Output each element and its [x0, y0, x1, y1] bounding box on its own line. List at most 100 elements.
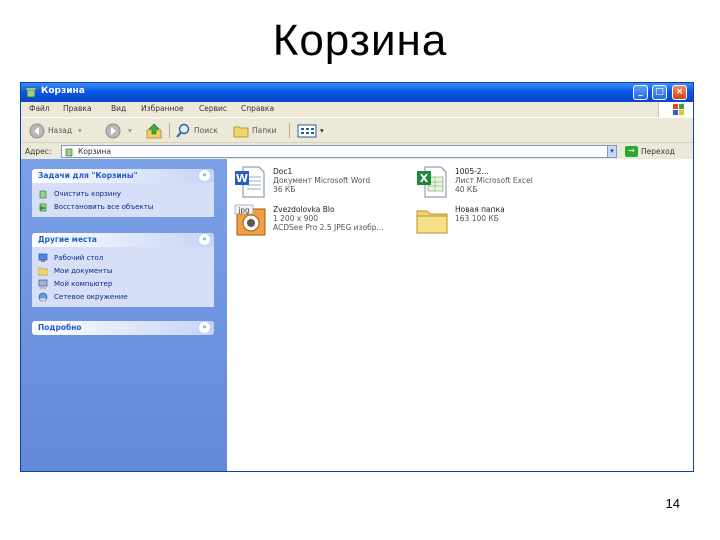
place-label: Сетевое окружение	[54, 292, 128, 301]
chevron-down-icon[interactable]: ▾	[128, 126, 132, 135]
title-bar[interactable]: Корзина _ □ ×	[21, 83, 693, 102]
expand-icon[interactable]: »	[199, 322, 210, 333]
window-title: Корзина	[41, 86, 85, 96]
file-name: Новая папка	[455, 205, 505, 214]
go-arrow-icon: →	[625, 146, 638, 157]
explorer-window: Корзина _ □ × Файл Правка Вид Избранное …	[20, 82, 694, 472]
menu-favorites[interactable]: Избранное	[141, 104, 184, 113]
jpeg-image-icon: jpg	[234, 204, 266, 236]
menu-view[interactable]: Вид	[111, 104, 126, 113]
place-label: Рабочий стол	[54, 253, 104, 262]
file-item[interactable]: Новая папка 163 100 КБ	[415, 203, 595, 237]
menu-tools[interactable]: Сервис	[199, 104, 227, 113]
excel-sheet-icon: X	[417, 166, 447, 198]
network-icon	[38, 292, 48, 301]
file-size: 40 КБ	[455, 185, 478, 194]
address-value: Корзина	[78, 147, 112, 156]
file-name: Zvezdolovka Blo	[273, 205, 335, 214]
back-label: Назад	[48, 126, 73, 135]
svg-text:jpg: jpg	[238, 207, 250, 215]
folders-icon	[233, 126, 249, 137]
collapse-icon[interactable]: «	[199, 170, 210, 181]
details-panel-title: Подробно	[38, 323, 82, 332]
menu-bar: Файл Правка Вид Избранное Сервис Справка	[21, 102, 693, 117]
search-label: Поиск	[194, 126, 218, 135]
go-button[interactable]: → Переход	[625, 145, 675, 158]
back-arrow-icon	[29, 123, 45, 138]
tasks-panel-title: Задачи для "Корзины"	[38, 171, 138, 180]
search-button[interactable]: Поиск	[175, 122, 218, 139]
svg-text:X: X	[420, 172, 429, 185]
details-panel: Подробно »	[32, 321, 214, 335]
toolbar-separator	[169, 123, 170, 138]
restore-icon	[39, 203, 47, 211]
minimize-button[interactable]: _	[633, 85, 648, 100]
place-label: Мой компьютер	[54, 279, 113, 288]
views-button[interactable]: ▾	[297, 122, 324, 139]
my-computer-icon	[38, 279, 48, 289]
tasks-panel-header[interactable]: Задачи для "Корзины" «	[32, 169, 214, 183]
chevron-down-icon[interactable]: ▾	[78, 126, 82, 135]
address-input[interactable]: Корзина	[61, 145, 617, 158]
details-panel-header[interactable]: Подробно »	[32, 321, 214, 335]
back-button[interactable]: Назад ▾	[29, 122, 82, 139]
recycle-bin-icon	[65, 148, 73, 157]
file-name: Doc1	[273, 167, 293, 176]
other-places-panel: Другие места « Рабочий стол Мои документ…	[32, 233, 214, 307]
task-label: Восстановить все объекты	[54, 202, 154, 211]
go-label: Переход	[641, 147, 675, 156]
recycle-bin-icon	[25, 87, 37, 98]
file-size: 36 КБ	[273, 185, 296, 194]
file-type: 163 100 КБ	[455, 214, 499, 223]
svg-text:W: W	[236, 172, 248, 185]
forward-button[interactable]: ▾	[105, 122, 132, 139]
menu-help[interactable]: Справка	[241, 104, 274, 113]
file-item[interactable]: jpg Zvezdolovka Blo 1 200 x 900 ACDSee P…	[233, 203, 413, 237]
address-dropdown-button[interactable]: ▾	[607, 145, 617, 158]
toolbar-separator	[289, 123, 290, 138]
collapse-icon[interactable]: «	[199, 234, 210, 245]
address-label: Адрес:	[25, 147, 52, 156]
file-type: Лист Microsoft Excel	[455, 176, 533, 185]
up-folder-icon[interactable]	[145, 122, 163, 140]
tasks-panel: Задачи для "Корзины" « Очистить корзину …	[32, 169, 214, 217]
place-label: Мои документы	[54, 266, 113, 275]
desktop-icon	[38, 253, 48, 262]
place-network[interactable]: Сетевое окружение	[38, 290, 208, 303]
windows-logo-icon	[658, 102, 693, 117]
task-label: Очистить корзину	[54, 189, 122, 198]
my-documents-icon	[38, 267, 48, 275]
views-icon	[297, 124, 317, 137]
forward-arrow-icon	[105, 123, 121, 138]
place-my-computer[interactable]: Мой компьютер	[38, 277, 208, 290]
place-desktop[interactable]: Рабочий стол	[38, 251, 208, 264]
place-my-documents[interactable]: Мои документы	[38, 264, 208, 277]
file-item[interactable]: W Doc1 Документ Microsoft Word 36 КБ	[233, 165, 413, 199]
chevron-down-icon[interactable]: ▾	[320, 126, 324, 135]
word-document-icon: W	[235, 166, 265, 198]
folders-label: Папки	[252, 126, 277, 135]
other-places-title: Другие места	[38, 235, 97, 244]
slide-number: 14	[665, 496, 680, 511]
toolbar: Назад ▾ ▾ Поиск Папки ▾	[21, 117, 693, 142]
file-size: ACDSee Pro 2.5 JPEG изобр...	[273, 223, 384, 232]
file-name: 1005-2...	[455, 167, 489, 176]
address-bar: Адрес: Корзина ▾ → Переход	[21, 142, 693, 159]
slide-title: Корзина	[272, 16, 448, 65]
folders-button[interactable]: Папки	[233, 122, 277, 139]
search-icon	[176, 123, 190, 138]
file-type: 1 200 x 900	[273, 214, 318, 223]
file-list: W Doc1 Документ Microsoft Word 36 КБ X 1…	[227, 159, 693, 471]
recycle-bin-icon	[39, 190, 47, 198]
other-places-header[interactable]: Другие места «	[32, 233, 214, 247]
file-type: Документ Microsoft Word	[273, 176, 371, 185]
close-button[interactable]: ×	[672, 85, 687, 100]
task-empty-bin[interactable]: Очистить корзину	[38, 187, 208, 200]
task-restore-all[interactable]: Восстановить все объекты	[38, 200, 208, 213]
folder-icon	[416, 210, 448, 234]
file-item[interactable]: X 1005-2... Лист Microsoft Excel 40 КБ	[415, 165, 595, 199]
task-pane: Задачи для "Корзины" « Очистить корзину …	[21, 159, 227, 471]
menu-file[interactable]: Файл	[29, 104, 50, 113]
menu-edit[interactable]: Правка	[63, 104, 92, 113]
maximize-button[interactable]: □	[652, 85, 667, 100]
